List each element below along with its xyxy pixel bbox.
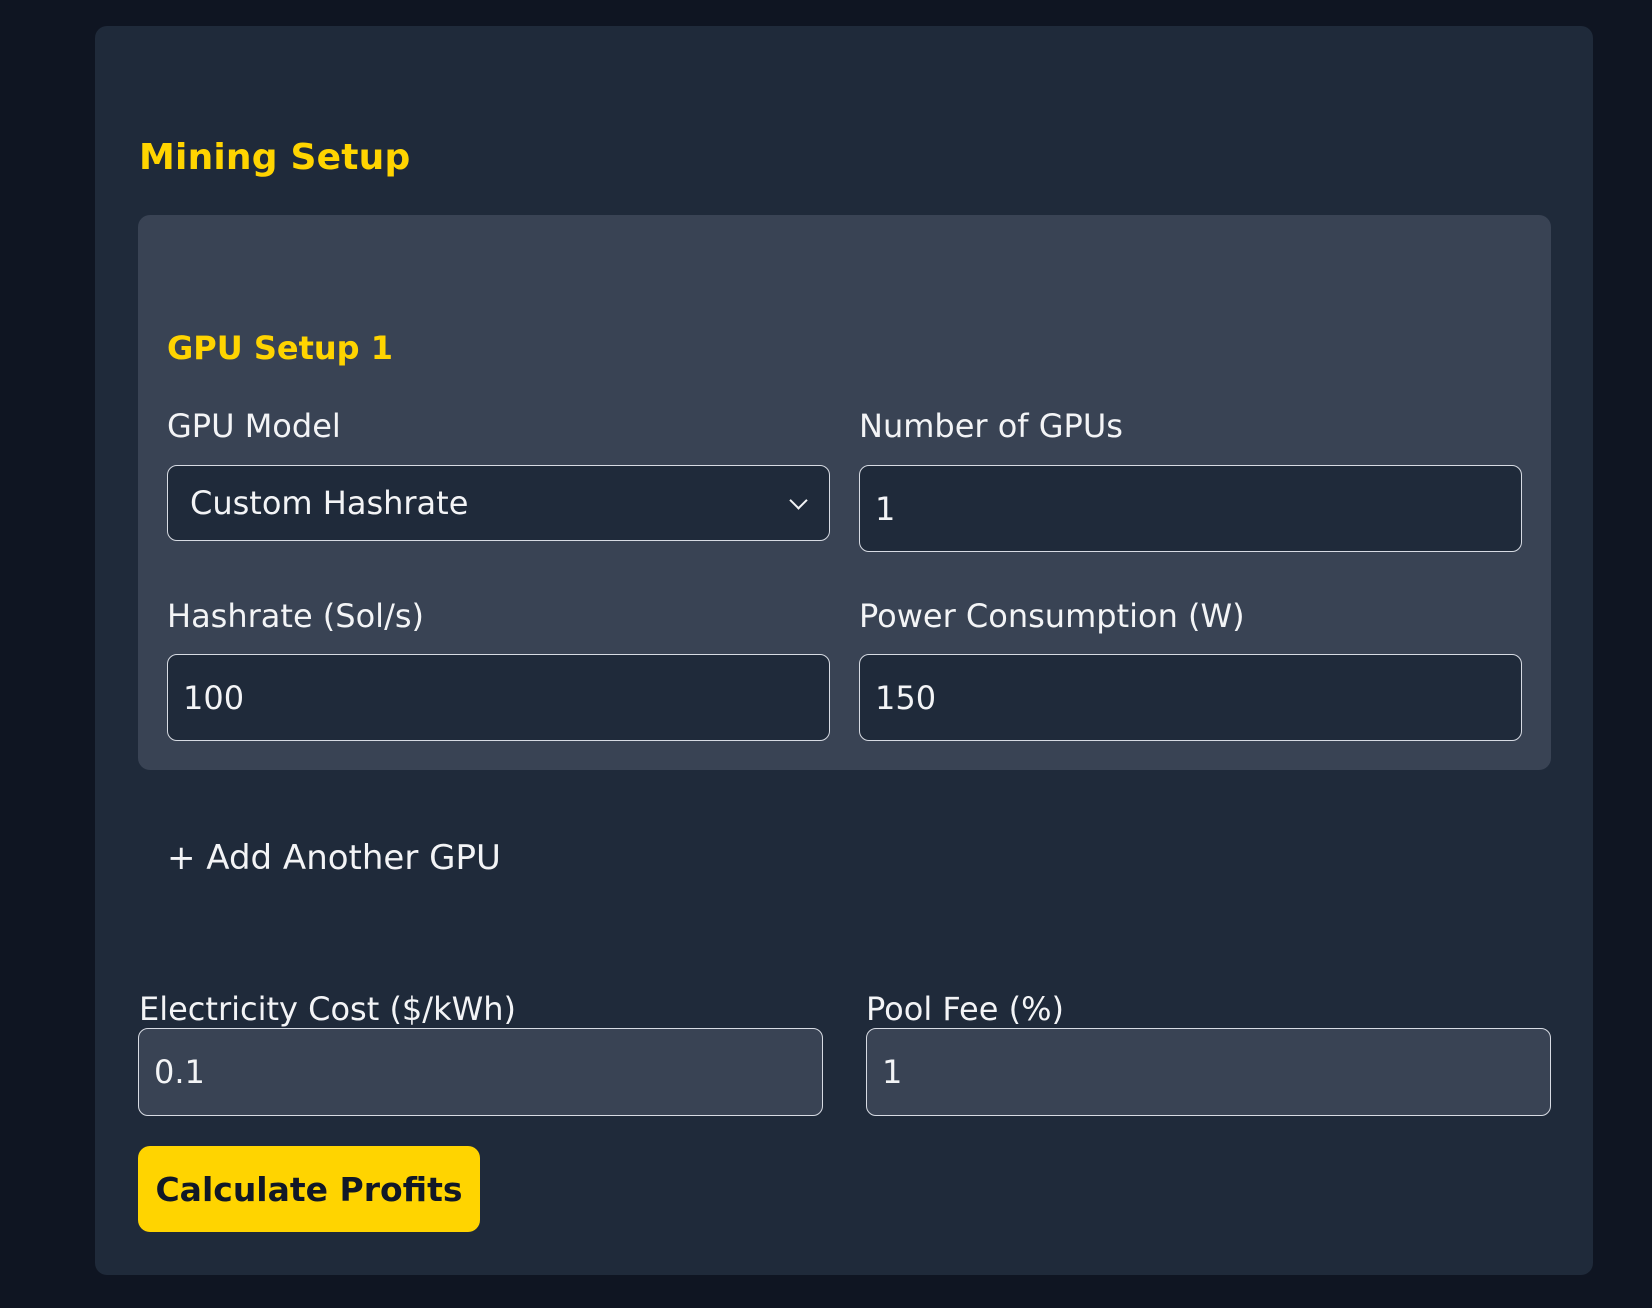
power-consumption-label: Power Consumption (W)	[859, 597, 1245, 635]
mining-setup-card: Mining Setup GPU Setup 1 GPU Model Custo…	[95, 26, 1593, 1275]
calculate-profits-button[interactable]: Calculate Profits	[138, 1146, 480, 1232]
gpu-model-value: Custom Hashrate	[190, 484, 469, 522]
section-title: Mining Setup	[139, 137, 411, 178]
gpu-model-label: GPU Model	[167, 407, 341, 445]
chevron-down-icon	[789, 490, 808, 510]
number-of-gpus-label: Number of GPUs	[859, 407, 1123, 445]
gpu-setup-title: GPU Setup 1	[167, 329, 393, 367]
electricity-cost-label: Electricity Cost ($/kWh)	[139, 990, 516, 1028]
pool-fee-input[interactable]	[866, 1028, 1551, 1116]
add-gpu-button[interactable]: + Add Another GPU	[167, 838, 501, 879]
page-background: Mining Setup GPU Setup 1 GPU Model Custo…	[19, 0, 1630, 1308]
electricity-cost-input[interactable]	[138, 1028, 823, 1116]
hashrate-input[interactable]	[167, 654, 830, 741]
pool-fee-label: Pool Fee (%)	[866, 990, 1064, 1028]
gpu-setup-card: GPU Setup 1 GPU Model Custom Hashrate Nu…	[138, 215, 1551, 770]
power-consumption-input[interactable]	[859, 654, 1522, 741]
number-of-gpus-input[interactable]	[859, 465, 1522, 552]
gpu-model-select[interactable]: Custom Hashrate	[167, 465, 830, 541]
hashrate-label: Hashrate (Sol/s)	[167, 597, 424, 635]
